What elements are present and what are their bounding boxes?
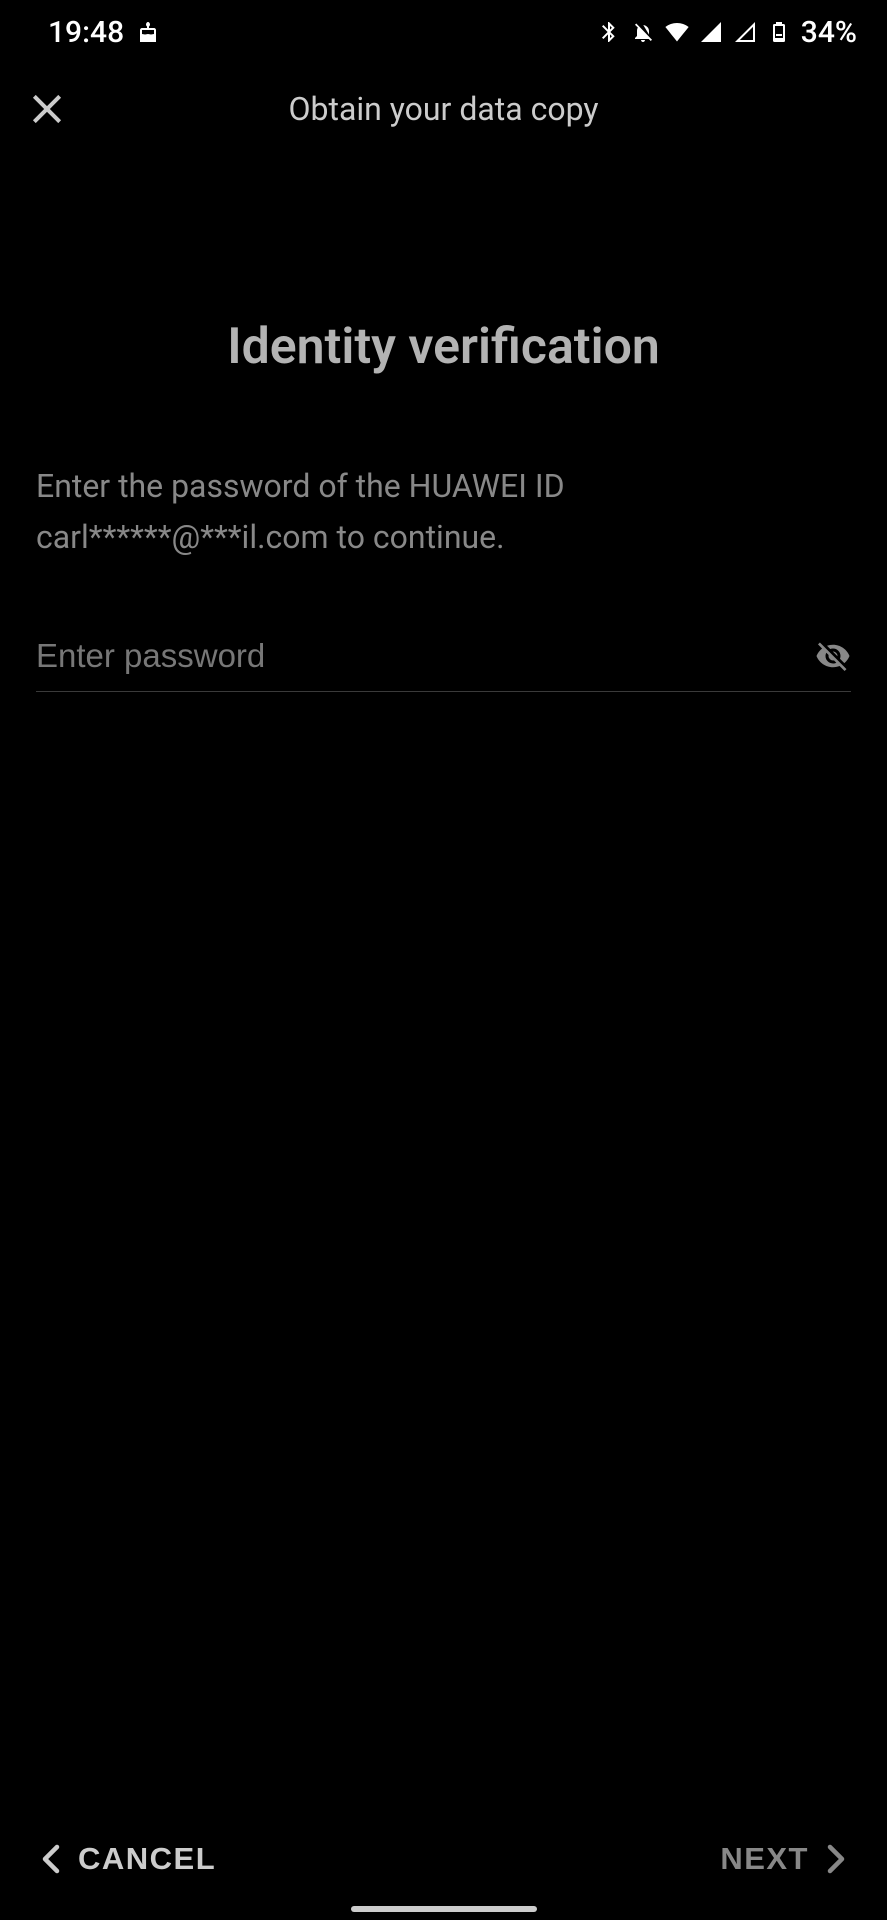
content-area: Identity verification Enter the password… xyxy=(0,318,887,692)
status-bar: 19:48 34% xyxy=(0,0,887,60)
password-field-container xyxy=(36,633,851,692)
bluetooth-icon xyxy=(597,20,621,44)
chevron-left-icon xyxy=(42,1844,60,1874)
status-time: 19:48 xyxy=(48,15,124,50)
signal-icon-2 xyxy=(733,20,757,44)
signal-icon-1 xyxy=(699,20,723,44)
wifi-icon xyxy=(665,20,689,44)
header-title: Obtain your data copy xyxy=(288,90,598,128)
next-label: NEXT xyxy=(720,1841,809,1877)
page-heading: Identity verification xyxy=(36,318,851,376)
battery-icon xyxy=(767,20,791,44)
cancel-label: CANCEL xyxy=(78,1841,216,1877)
bottom-navigation: CANCEL NEXT xyxy=(0,1841,887,1877)
notification-off-icon xyxy=(631,20,655,44)
next-button[interactable]: NEXT xyxy=(720,1841,845,1877)
visibility-off-icon[interactable] xyxy=(815,638,851,674)
header: Obtain your data copy xyxy=(0,60,887,158)
chevron-right-icon xyxy=(827,1844,845,1874)
status-right: 34% xyxy=(597,15,857,50)
close-icon[interactable] xyxy=(28,90,66,128)
status-left: 19:48 xyxy=(48,15,160,50)
password-input[interactable] xyxy=(36,633,805,679)
instruction-text: Enter the password of the HUAWEI ID carl… xyxy=(36,461,851,563)
battery-percentage: 34% xyxy=(801,15,857,50)
cancel-button[interactable]: CANCEL xyxy=(42,1841,216,1877)
cake-icon xyxy=(136,20,160,44)
home-indicator[interactable] xyxy=(351,1906,537,1912)
